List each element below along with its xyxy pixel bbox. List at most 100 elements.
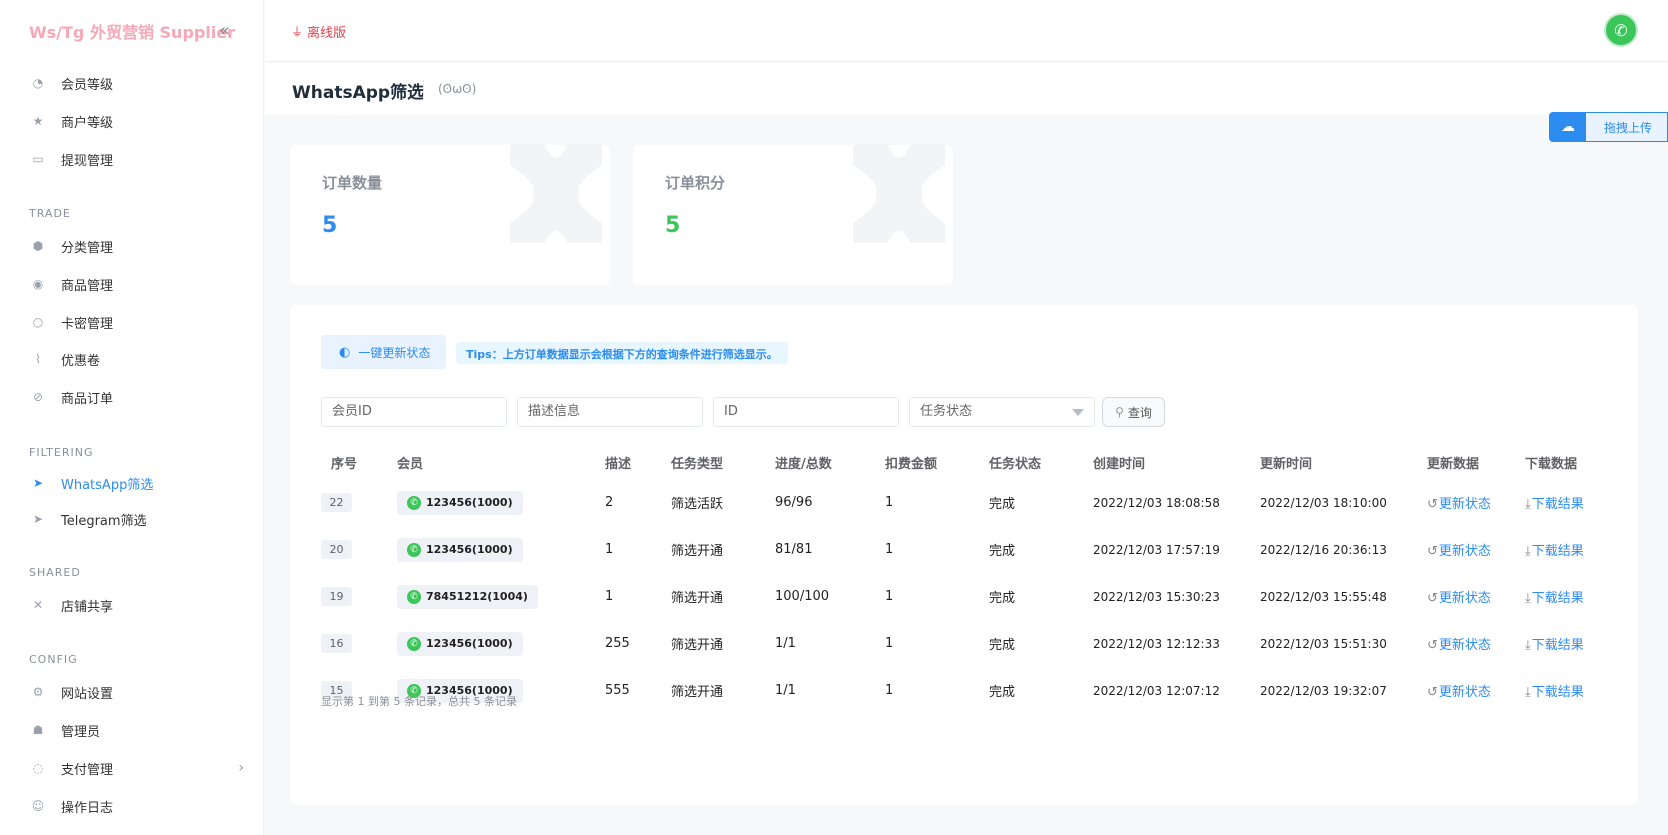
offline-label: 离线版 xyxy=(307,26,347,41)
cell-desc: 1 xyxy=(605,589,614,604)
coupon-icon: ⌇ xyxy=(35,352,41,366)
sidebar-item-shop-share[interactable]: ✕ 店铺共享 xyxy=(29,591,244,619)
refresh-icon: ◐ xyxy=(339,344,351,360)
whatsapp-icon: ✆ xyxy=(407,589,421,604)
table-header-row: 序号 会员 描述 任务类型 进度/总数 扣费金额 任务状态 创建时间 更新时间 … xyxy=(321,445,1611,479)
product-icon: ◉ xyxy=(32,277,44,291)
stat-card-order-count: 订单数量 5 xyxy=(290,145,610,285)
member-id-input[interactable]: 会员ID xyxy=(321,397,507,427)
card-key-icon: ○ xyxy=(32,315,44,329)
col-header: 会员 xyxy=(397,456,424,472)
col-header: 序号 xyxy=(331,456,358,472)
cloud-upload-icon: ☁ xyxy=(1550,113,1586,141)
col-header: 扣费金额 xyxy=(885,456,938,472)
task-table: 序号 会员 描述 任务类型 进度/总数 扣费金额 任务状态 创建时间 更新时间 … xyxy=(321,445,1611,714)
telegram-send-icon: ➤ xyxy=(32,512,44,526)
cell-fee: 1 xyxy=(885,495,894,510)
sidebar-item-coupon[interactable]: ⌇ 优惠卷 xyxy=(29,345,244,373)
update-status-link[interactable]: ↺更新状态 xyxy=(1427,685,1491,700)
col-header: 更新数据 xyxy=(1427,456,1480,472)
sidebar-item-card-key[interactable]: ○ 卡密管理 xyxy=(29,308,244,336)
cell-updated: 2022/12/03 19:32:07 xyxy=(1260,683,1387,698)
sidebar-item-member-level[interactable]: ◔ 会员等级 xyxy=(29,69,244,97)
update-status-link[interactable]: ↺更新状态 xyxy=(1427,544,1491,559)
refresh-all-button[interactable]: ◐ 一键更新状态 xyxy=(321,335,446,369)
page-emoticon: (ʘωʘ) xyxy=(438,82,477,96)
sidebar-item-label: 分类管理 xyxy=(61,240,114,256)
update-status-link[interactable]: ↺更新状态 xyxy=(1427,497,1491,512)
cell-desc: 2 xyxy=(605,495,614,510)
table-row: 19 ✆ 78451212(1004) 1 筛选开通 100/100 1 完成 2… xyxy=(321,573,1611,620)
cell-updated: 2022/12/16 20:36:13 xyxy=(1260,542,1387,557)
download-result-label: 下载结果 xyxy=(1531,497,1584,512)
sidebar-item-label: 提现管理 xyxy=(61,153,114,169)
sidebar-item-label: 店铺共享 xyxy=(61,599,114,615)
cell-status: 完成 xyxy=(989,591,1016,606)
sidebar-item-site-settings[interactable]: ⚙ 网站设置 xyxy=(29,678,244,706)
cell-desc: 555 xyxy=(605,683,630,698)
whatsapp-icon: ✆ xyxy=(407,495,421,510)
update-status-link[interactable]: ↺更新状态 xyxy=(1427,638,1491,653)
sidebar-item-merchant-level[interactable]: ★ 商户等级 xyxy=(29,107,244,135)
sidebar-item-whatsapp-filter[interactable]: ➤ WhatsApp筛选 xyxy=(29,469,244,497)
log-icon: ☺ xyxy=(31,799,45,813)
member-chip: ✆ 123456(1000) xyxy=(397,537,523,562)
update-status-label: 更新状态 xyxy=(1438,638,1491,653)
whatsapp-icon: ✆ xyxy=(407,542,421,557)
sidebar-item-admin[interactable]: ☗ 管理员 xyxy=(29,716,244,744)
col-header: 更新时间 xyxy=(1260,456,1313,472)
brand-title: Ws/Tg 外贸营销 Supplier xyxy=(29,23,236,42)
update-status-link[interactable]: ↺更新状态 xyxy=(1427,591,1491,606)
update-status-label: 更新状态 xyxy=(1438,544,1491,559)
sidebar-item-payment[interactable]: ◌ 支付管理 › xyxy=(29,754,244,782)
offline-badge[interactable]: ⏚ 离线版 xyxy=(291,22,346,41)
double-chevron-left-icon[interactable]: « xyxy=(219,20,230,41)
cell-created: 2022/12/03 15:30:23 xyxy=(1093,589,1220,604)
pagination-info: 显示第 1 到第 5 条记录，总共 5 条记录 xyxy=(321,695,517,708)
status-select[interactable]: 任务状态 xyxy=(909,397,1095,427)
cell-desc: 255 xyxy=(605,636,630,651)
cell-created: 2022/12/03 17:57:19 xyxy=(1093,542,1220,557)
sidebar-item-category[interactable]: ⬢ 分类管理 xyxy=(29,232,244,260)
sidebar-item-withdraw[interactable]: ▭ 提现管理 xyxy=(29,145,244,173)
download-result-label: 下载结果 xyxy=(1531,638,1584,653)
cell-created: 2022/12/03 12:12:33 xyxy=(1093,636,1220,651)
merchant-level-icon: ★ xyxy=(32,114,44,128)
admin-icon: ☗ xyxy=(32,723,44,737)
section-title-filtering: FILTERING xyxy=(29,446,94,459)
cell-updated: 2022/12/03 18:10:00 xyxy=(1260,495,1387,510)
description-input[interactable]: 描述信息 xyxy=(517,397,703,427)
order-icon: ⊘ xyxy=(32,390,44,404)
cell-progress: 96/96 xyxy=(775,495,813,510)
payment-icon: ◌ xyxy=(32,761,44,775)
sidebar-item-log[interactable]: ☺ 操作日志 xyxy=(29,792,244,820)
download-result-link[interactable]: ⤓下载结果 xyxy=(1525,544,1584,559)
share-icon: ✕ xyxy=(32,598,44,612)
drag-upload-button[interactable]: ☁ 拖拽上传 xyxy=(1549,112,1668,142)
refresh-icon: ↺ xyxy=(1427,544,1438,559)
cell-status: 完成 xyxy=(989,497,1016,512)
whatsapp-avatar-icon[interactable]: ✆ xyxy=(1604,13,1638,47)
col-header: 任务状态 xyxy=(989,456,1042,472)
id-input[interactable]: ID xyxy=(713,397,899,427)
sidebar-item-label: 操作日志 xyxy=(61,800,114,816)
cell-type: 筛选开通 xyxy=(671,685,724,700)
download-result-label: 下载结果 xyxy=(1531,544,1584,559)
col-header: 下载数据 xyxy=(1525,456,1578,472)
cell-fee: 1 xyxy=(885,589,894,604)
brand: Ws/Tg 外贸营销 Supplier « xyxy=(29,20,259,42)
download-result-link[interactable]: ⤓下载结果 xyxy=(1525,685,1584,700)
download-result-link[interactable]: ⤓下载结果 xyxy=(1525,497,1584,512)
query-button[interactable]: ⚲ 查询 xyxy=(1102,397,1165,427)
sidebar-item-telegram-filter[interactable]: ➤ Telegram筛选 xyxy=(29,505,244,533)
download-result-link[interactable]: ⤓下载结果 xyxy=(1525,638,1584,653)
cell-desc: 1 xyxy=(605,542,614,557)
tips-banner: Tips：上方订单数据显示会根据下方的查询条件进行筛选显示。 xyxy=(456,342,788,364)
download-result-link[interactable]: ⤓下载结果 xyxy=(1525,591,1584,606)
watermark-icon xyxy=(853,145,945,243)
sidebar-item-product[interactable]: ◉ 商品管理 xyxy=(29,270,244,298)
sidebar-item-label: WhatsApp筛选 xyxy=(61,477,154,493)
sidebar-item-label: Telegram筛选 xyxy=(61,513,147,529)
sidebar-item-order[interactable]: ⊘ 商品订单 xyxy=(29,383,244,411)
stat-label: 订单积分 xyxy=(665,174,726,192)
